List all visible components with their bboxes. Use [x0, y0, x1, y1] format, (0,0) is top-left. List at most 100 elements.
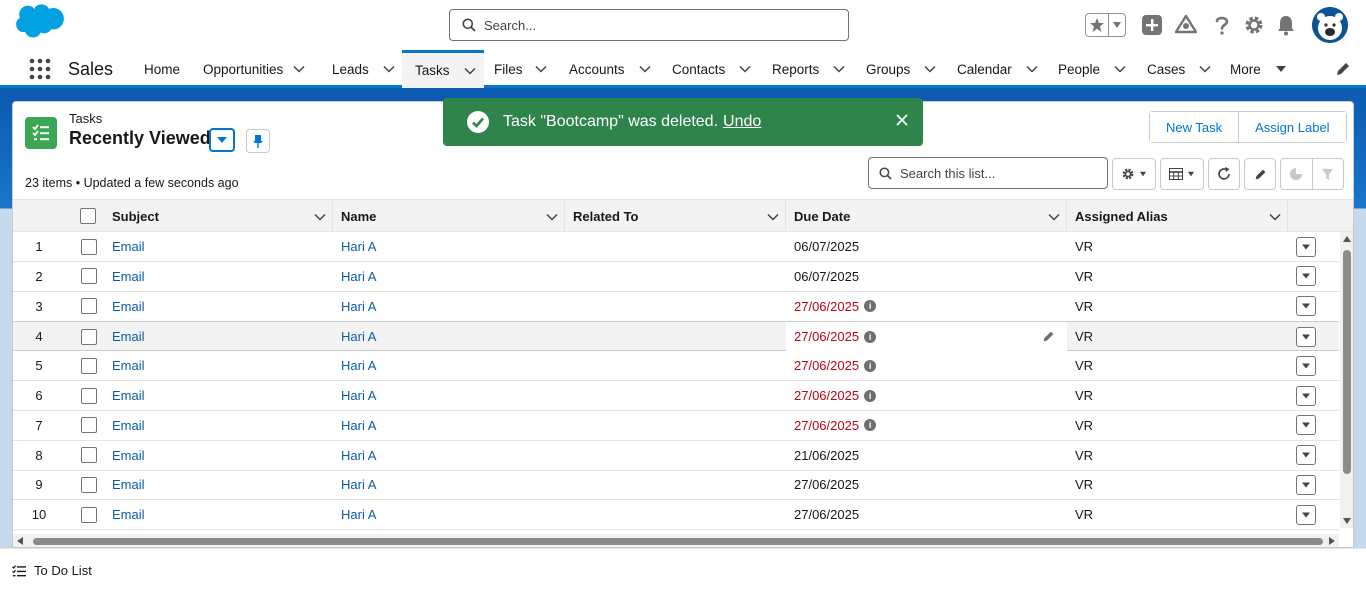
chevron-down-icon[interactable]: [1114, 65, 1126, 73]
column-header-related-to[interactable]: Related To: [565, 200, 786, 232]
close-icon[interactable]: [895, 113, 909, 127]
trailhead-icon[interactable]: [1174, 13, 1198, 37]
favorites-menu-chevron-icon[interactable]: [1109, 14, 1125, 36]
row-actions-button[interactable]: [1296, 474, 1316, 495]
chevron-down-icon[interactable]: [383, 65, 395, 73]
row-checkbox[interactable]: [81, 417, 97, 434]
list-view-controls-button[interactable]: [1112, 158, 1156, 190]
table-row[interactable]: 9 Email Hari A 27/06/2025 VR: [13, 470, 1339, 501]
help-icon[interactable]: [1210, 13, 1234, 37]
chevron-down-icon[interactable]: [534, 65, 547, 73]
scroll-left-arrow-icon[interactable]: [17, 537, 23, 545]
inline-edit-button[interactable]: [1244, 158, 1276, 190]
scroll-right-arrow-icon[interactable]: [1329, 537, 1335, 545]
table-row[interactable]: 1 Email Hari A 06/07/2025 VR: [13, 232, 1339, 262]
subject-link[interactable]: Email: [112, 269, 145, 284]
table-row[interactable]: 2 Email Hari A 06/07/2025 VR: [13, 262, 1339, 292]
nav-item-home[interactable]: Home: [144, 50, 180, 88]
select-all-checkbox[interactable]: [80, 208, 96, 224]
horizontal-scroll-thumb[interactable]: [33, 538, 1323, 545]
table-row[interactable]: 4 Email Hari A 27/06/2025 i VR: [13, 321, 1339, 352]
list-search-input[interactable]: [900, 165, 1090, 181]
subject-link[interactable]: Email: [112, 329, 145, 344]
subject-link[interactable]: Email: [112, 358, 145, 373]
chevron-down-icon[interactable]: [1026, 65, 1038, 73]
table-row[interactable]: 3 Email Hari A 27/06/2025 i VR: [13, 292, 1339, 322]
info-icon[interactable]: i: [864, 330, 877, 343]
display-as-table-button[interactable]: [1160, 158, 1204, 190]
name-link[interactable]: Hari A: [341, 269, 376, 284]
favorites-star-icon[interactable]: [1086, 14, 1110, 36]
favorites-button[interactable]: [1085, 13, 1126, 37]
row-actions-button[interactable]: [1296, 385, 1316, 406]
horizontal-scrollbar[interactable]: [13, 534, 1339, 547]
subject-link[interactable]: Email: [112, 477, 145, 492]
refresh-button[interactable]: [1208, 158, 1240, 190]
name-link[interactable]: Hari A: [341, 239, 376, 254]
name-link[interactable]: Hari A: [341, 329, 376, 344]
nav-item-cases[interactable]: Cases: [1147, 50, 1211, 88]
row-checkbox[interactable]: [81, 476, 97, 493]
row-actions-button[interactable]: [1296, 445, 1316, 466]
notifications-bell-icon[interactable]: [1274, 13, 1298, 37]
setup-gear-icon[interactable]: [1242, 13, 1266, 37]
nav-item-people[interactable]: People: [1058, 50, 1126, 88]
chevron-down-icon[interactable]: [739, 65, 751, 73]
salesforce-logo[interactable]: [14, 4, 76, 46]
table-row[interactable]: 6 Email Hari A 27/06/2025 i VR: [13, 381, 1339, 411]
app-launcher-waffle-icon[interactable]: [28, 57, 52, 81]
caret-down-icon[interactable]: [1275, 65, 1287, 73]
row-checkbox[interactable]: [81, 357, 97, 374]
nav-item-contacts[interactable]: Contacts: [672, 50, 751, 88]
table-row[interactable]: 7 Email Hari A 27/06/2025 i VR: [13, 411, 1339, 441]
chevron-down-icon[interactable]: [767, 209, 779, 224]
row-actions-button[interactable]: [1296, 504, 1316, 525]
row-checkbox[interactable]: [81, 506, 97, 523]
list-search[interactable]: [868, 157, 1108, 189]
info-icon[interactable]: i: [864, 389, 877, 402]
table-row[interactable]: 5 Email Hari A 27/06/2025 i VR: [13, 351, 1339, 382]
vertical-scroll-thumb[interactable]: [1343, 250, 1351, 474]
name-link[interactable]: Hari A: [341, 299, 376, 314]
chevron-down-icon[interactable]: [924, 65, 936, 73]
assign-label-button[interactable]: Assign Label: [1238, 112, 1346, 142]
info-icon[interactable]: i: [864, 359, 877, 372]
global-search-input[interactable]: [484, 17, 824, 33]
row-checkbox[interactable]: [81, 238, 97, 255]
due-date-cell[interactable]: 27/06/2025 i: [786, 322, 1067, 352]
name-link[interactable]: Hari A: [341, 477, 376, 492]
subject-link[interactable]: Email: [112, 388, 145, 403]
nav-item-accounts[interactable]: Accounts: [569, 50, 651, 88]
nav-item-tasks[interactable]: Tasks: [402, 50, 484, 88]
chevron-down-icon[interactable]: [1269, 209, 1281, 224]
chevron-down-icon[interactable]: [1048, 209, 1060, 224]
row-actions-button[interactable]: [1296, 296, 1316, 317]
nav-item-more[interactable]: More: [1230, 50, 1287, 88]
chevron-down-icon[interactable]: [1199, 65, 1211, 73]
row-checkbox[interactable]: [81, 298, 97, 315]
nav-item-leads[interactable]: Leads: [332, 50, 395, 88]
chart-icon[interactable]: [1281, 159, 1313, 189]
global-search[interactable]: [449, 9, 849, 41]
to-do-list-utility[interactable]: To Do List: [12, 563, 92, 578]
pin-list-view-button[interactable]: [246, 129, 270, 153]
subject-link[interactable]: Email: [112, 507, 145, 522]
name-link[interactable]: Hari A: [341, 507, 376, 522]
filter-icon[interactable]: [1313, 168, 1344, 181]
row-checkbox[interactable]: [81, 328, 97, 345]
list-view-switcher-button[interactable]: [209, 128, 235, 152]
subject-link[interactable]: Email: [112, 299, 145, 314]
nav-item-reports[interactable]: Reports: [772, 50, 845, 88]
table-row[interactable]: 8 Email Hari A 21/06/2025 VR: [13, 441, 1339, 471]
subject-link[interactable]: Email: [112, 239, 145, 254]
info-icon[interactable]: i: [864, 419, 877, 432]
column-header-name[interactable]: Name: [333, 200, 565, 232]
add-icon[interactable]: [1140, 13, 1164, 37]
subject-link[interactable]: Email: [112, 448, 145, 463]
nav-item-groups[interactable]: Groups: [866, 50, 936, 88]
name-link[interactable]: Hari A: [341, 388, 376, 403]
nav-item-opportunities[interactable]: Opportunities: [203, 50, 305, 88]
name-link[interactable]: Hari A: [341, 358, 376, 373]
scroll-up-arrow-icon[interactable]: [1343, 236, 1351, 242]
avatar[interactable]: [1312, 7, 1348, 43]
